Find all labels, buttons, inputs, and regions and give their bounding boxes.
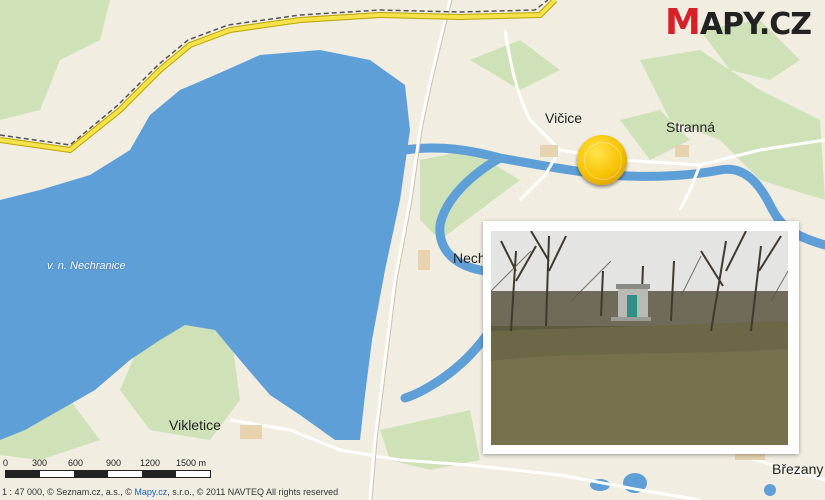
photo-popup[interactable]	[483, 221, 799, 454]
map-marker-pin[interactable]	[577, 135, 627, 185]
place-label-vicice: Vičice	[545, 110, 583, 126]
scale-tick: 1500 m	[176, 458, 207, 468]
mapy-cz-logo[interactable]: MAPY.CZ	[665, 2, 812, 43]
scale-bar-graphic	[5, 470, 211, 478]
scale-tick: 0	[3, 458, 9, 468]
mapy-cz-link[interactable]: Mapy.cz	[134, 487, 167, 497]
scale-tick: 600	[68, 458, 84, 468]
water-label-reservoir: v. n. Nechranice	[47, 260, 126, 272]
place-label-nechranice: Nech	[453, 250, 486, 266]
place-label-brezany: Březany	[772, 461, 824, 477]
map-credits: 1 : 47 000, © Seznam.cz, a.s., © Mapy.cz…	[2, 487, 339, 497]
place-label-stranna: Stranná	[666, 119, 716, 135]
place-label-vikletice: Vikletice	[169, 417, 221, 433]
location-photo	[491, 231, 788, 445]
scale-bar: 0 300 600 900 1200 1500 m	[3, 458, 213, 488]
scale-tick: 1200	[140, 458, 161, 468]
scale-tick: 900	[106, 458, 122, 468]
scale-tick: 300	[32, 458, 48, 468]
